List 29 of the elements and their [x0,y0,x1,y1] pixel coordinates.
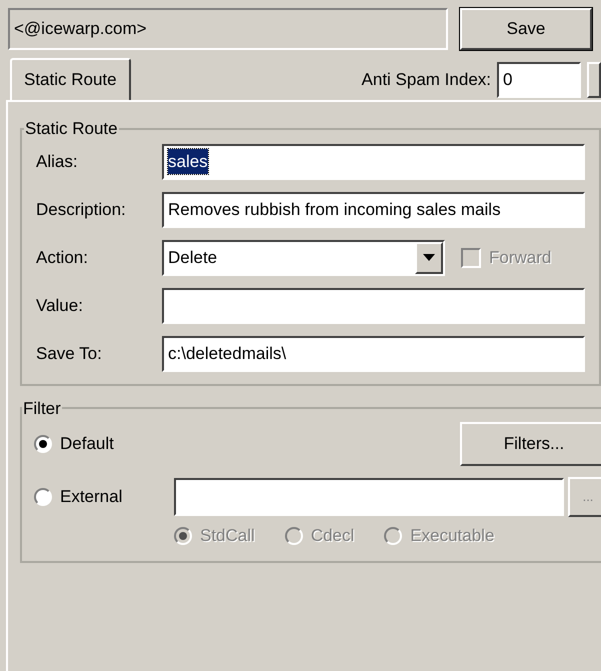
radio-label: Executable [410,525,494,547]
account-field: <@icewarp.com> [8,8,448,50]
spin-button[interactable] [587,62,601,98]
group-title: Filter [22,398,62,420]
text-field[interactable]: Removes rubbish from incoming sales mails [162,192,585,228]
radio-label: External [60,486,122,508]
field-value: sales [168,148,208,174]
radio-label: Cdecl [310,525,354,547]
action-dropdown[interactable]: Delete [162,240,445,276]
filters-button[interactable]: Filters... [460,422,601,466]
anti-spam-index-label: Anti Spam Index: [362,69,491,92]
external-filter-field[interactable] [174,478,564,516]
field-label: Value: [36,294,84,317]
field-label: Save To: [36,342,103,365]
field-label: Description: [36,198,127,221]
save-button[interactable]: Save [460,8,592,50]
field-label: Alias: [36,150,79,173]
text-field[interactable] [162,288,585,324]
radio-label: Default [60,433,114,456]
radio-button[interactable] [34,488,52,506]
tab[interactable]: Static Route [10,58,131,100]
field-label: Action: [36,246,89,269]
anti-spam-index-field[interactable]: 0 [497,62,581,98]
radio-label: StdCall [200,525,255,547]
checkbox-label: Forward [489,246,552,269]
text-field[interactable]: c:\deletedmails\ [162,336,585,372]
group-title: Static Route [24,118,119,140]
text-field[interactable]: sales [162,144,585,180]
radio-button[interactable] [34,435,52,453]
